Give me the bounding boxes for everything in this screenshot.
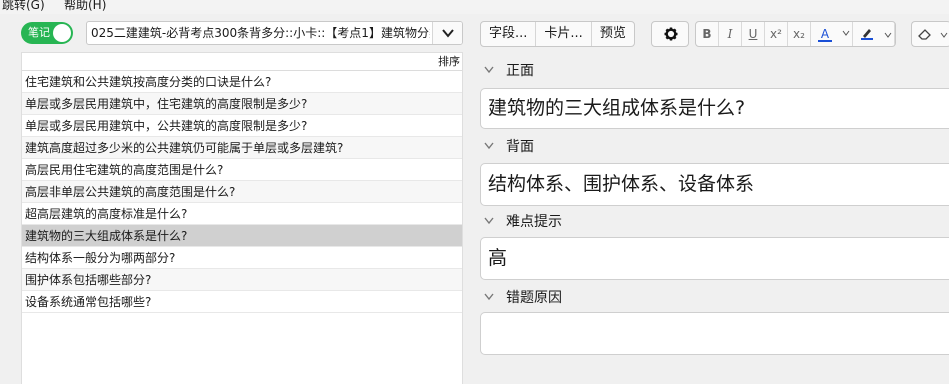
menu-bar: 跳转(G) 帮助(H) bbox=[0, 0, 949, 14]
chevron-down-icon bbox=[940, 32, 948, 38]
front-field-editor[interactable]: 建筑物的三大组成体系是什么? bbox=[480, 88, 949, 129]
font-color-letter: A bbox=[820, 27, 830, 41]
chevron-down-icon bbox=[484, 66, 494, 74]
chevron-down-icon bbox=[442, 29, 454, 38]
font-color-swatch bbox=[818, 40, 832, 42]
list-item[interactable]: 单层或多层民用建筑中，公共建筑的高度限制是多少? bbox=[22, 115, 462, 137]
menu-item-help[interactable]: 帮助(H) bbox=[64, 0, 106, 11]
clear-format-dropdown[interactable] bbox=[937, 22, 949, 46]
font-color-dropdown[interactable] bbox=[839, 22, 853, 46]
list-rows: 住宅建筑和公共建筑按高度分类的口诀是什么? 单层或多层民用建筑中，住宅建筑的高度… bbox=[22, 71, 462, 313]
error-reason-field-editor[interactable] bbox=[480, 312, 949, 355]
chevron-down-icon bbox=[884, 32, 891, 38]
editor-button-group: 字段... 卡片... 预览 bbox=[480, 21, 635, 47]
list-item[interactable]: 高层非单层公共建筑的高度范围是什么? bbox=[22, 181, 462, 203]
hint-field-editor[interactable]: 高 bbox=[480, 237, 949, 280]
eraser-group bbox=[911, 21, 949, 47]
list-item[interactable]: 围护体系包括哪些部分? bbox=[22, 269, 462, 291]
fields-button[interactable]: 字段... bbox=[481, 22, 537, 46]
list-header: 排序 bbox=[22, 53, 462, 71]
format-toolbar: B I U x² x₂ A bbox=[695, 21, 896, 47]
highlight-button[interactable] bbox=[853, 22, 881, 46]
highlight-dropdown[interactable] bbox=[881, 22, 895, 46]
list-item[interactable]: 结构体系一般分为哪两部分? bbox=[22, 247, 462, 269]
field-label-text: 错题原因 bbox=[506, 290, 562, 306]
list-item-selected[interactable]: 建筑物的三大组成体系是什么? bbox=[22, 225, 462, 247]
toggle-knob bbox=[53, 24, 71, 42]
preview-button[interactable]: 预览 bbox=[592, 22, 634, 46]
editor-panel: 字段... 卡片... 预览 B I U x² x₂ A 正面 建筑物的三大组成… bbox=[467, 14, 949, 384]
field-label-text: 背面 bbox=[506, 139, 534, 155]
back-field-editor[interactable]: 结构体系、围护体系、设备体系 bbox=[480, 163, 949, 206]
font-color-button[interactable]: A bbox=[811, 22, 839, 46]
dropdown-button[interactable] bbox=[432, 22, 462, 44]
bold-button[interactable]: B bbox=[696, 22, 719, 46]
browser-panel: 笔记 025二建建筑-必背考点300条背多分::小卡::【考点1】建筑物分类 排… bbox=[0, 14, 467, 384]
list-item[interactable]: 建筑高度超过多少米的公共建筑仍可能属于单层或多层建筑? bbox=[22, 137, 462, 159]
note-mode-toggle[interactable]: 笔记 bbox=[21, 22, 73, 44]
underline-button[interactable]: U bbox=[742, 22, 765, 46]
sort-column-header[interactable]: 排序 bbox=[438, 53, 460, 71]
chevron-down-icon bbox=[484, 293, 494, 301]
list-item[interactable]: 高层民用住宅建筑的高度范围是什么? bbox=[22, 159, 462, 181]
deck-search-combo[interactable]: 025二建建筑-必背考点300条背多分::小卡::【考点1】建筑物分类 bbox=[86, 21, 463, 45]
menu-item-goto[interactable]: 跳转(G) bbox=[2, 0, 45, 11]
chevron-down-icon bbox=[842, 30, 849, 36]
list-item[interactable]: 住宅建筑和公共建筑按高度分类的口诀是什么? bbox=[22, 71, 462, 93]
list-item[interactable]: 超高层建筑的高度标准是什么? bbox=[22, 203, 462, 225]
toggle-label: 笔记 bbox=[28, 26, 50, 39]
clear-format-button[interactable] bbox=[912, 22, 937, 46]
italic-button[interactable]: I bbox=[719, 22, 742, 46]
cards-button[interactable]: 卡片... bbox=[536, 22, 592, 46]
field-label-text: 难点提示 bbox=[506, 214, 562, 230]
chevron-down-icon bbox=[484, 217, 494, 225]
eraser-icon bbox=[917, 29, 931, 40]
list-item[interactable]: 单层或多层民用建筑中，住宅建筑的高度限制是多少? bbox=[22, 93, 462, 115]
field-label-text: 正面 bbox=[506, 63, 534, 79]
highlighter-icon bbox=[861, 29, 873, 40]
deck-path-text[interactable]: 025二建建筑-必背考点300条背多分::小卡::【考点1】建筑物分类 bbox=[91, 22, 430, 44]
card-list: 排序 住宅建筑和公共建筑按高度分类的口诀是什么? 单层或多层民用建筑中，住宅建筑… bbox=[21, 52, 463, 384]
gear-icon bbox=[664, 27, 678, 41]
subscript-button[interactable]: x₂ bbox=[788, 22, 811, 46]
list-item[interactable]: 设备系统通常包括哪些? bbox=[22, 291, 462, 313]
superscript-button[interactable]: x² bbox=[765, 22, 788, 46]
settings-button[interactable] bbox=[651, 21, 689, 47]
chevron-down-icon bbox=[484, 142, 494, 150]
